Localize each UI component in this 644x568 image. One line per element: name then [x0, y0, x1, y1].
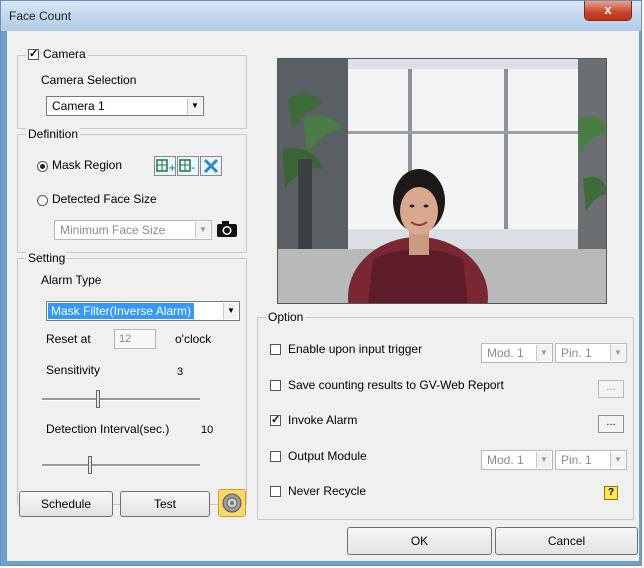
definition-group: Definition Mask Region + - Detected Face…: [17, 127, 247, 253]
add-region-icon[interactable]: +: [154, 156, 176, 176]
sensitivity-value: 3: [177, 366, 184, 378]
setting-group: Setting Alarm Type Mask Filter(Inverse A…: [17, 251, 247, 505]
camera-selection-label: Camera Selection: [41, 73, 137, 87]
oclock-label: o'clock: [175, 332, 212, 346]
enable-trigger-module-value: Mod. 1: [487, 346, 524, 360]
face-size-value: Minimum Face Size: [60, 223, 166, 237]
video-preview: [277, 58, 607, 304]
detection-interval-slider-thumb[interactable]: [88, 456, 92, 474]
cancel-button[interactable]: Cancel: [495, 527, 638, 555]
output-module-pin-dropdown: Pin. 1 ▼: [555, 450, 627, 470]
output-module-module-value: Mod. 1: [487, 453, 524, 467]
save-counting-settings-button: ...: [598, 380, 624, 398]
detection-interval-value: 10: [201, 424, 214, 436]
output-module-module-dropdown: Mod. 1 ▼: [481, 450, 553, 470]
alarm-type-label: Alarm Type: [41, 273, 102, 287]
chevron-down-icon: ▼: [536, 452, 551, 468]
mask-region-radio[interactable]: [37, 161, 48, 172]
reset-at-label: Reset at: [46, 332, 91, 346]
camera-checkbox[interactable]: ✓: [28, 49, 39, 61]
sensitivity-slider[interactable]: [42, 389, 200, 409]
alarm-type-value: Mask Filter(Inverse Alarm): [48, 303, 195, 319]
camera-selection-value: Camera 1: [52, 99, 105, 113]
enable-trigger-checkbox[interactable]: [270, 344, 281, 355]
invoke-alarm-checkbox[interactable]: ✓: [270, 415, 281, 426]
delete-region-icon[interactable]: [200, 156, 222, 176]
save-counting-label: Save counting results to GV-Web Report: [288, 378, 504, 392]
camera-checkbox-label: Camera: [43, 47, 86, 61]
invoke-alarm-label: Invoke Alarm: [288, 413, 358, 427]
close-button[interactable]: x: [584, 1, 632, 21]
chevron-down-icon: ▼: [187, 98, 202, 114]
detected-face-size-label: Detected Face Size: [52, 192, 157, 206]
window-title: Face Count: [9, 9, 72, 23]
definition-legend: Definition: [26, 127, 81, 141]
chevron-down-icon: ▼: [536, 345, 551, 361]
detected-face-size-radio[interactable]: [37, 195, 48, 206]
output-module-label: Output Module: [288, 449, 367, 463]
chevron-down-icon: ▼: [223, 303, 238, 319]
ok-button[interactable]: OK: [347, 527, 492, 555]
mask-region-label: Mask Region: [52, 158, 123, 172]
output-module-pin-value: Pin. 1: [561, 453, 592, 467]
svg-text:-: -: [191, 161, 195, 174]
alarm-sound-icon[interactable]: [218, 489, 246, 517]
title-bar[interactable]: Face Count x: [1, 1, 641, 31]
camera-group-header: ✓ Camera: [26, 47, 88, 61]
remove-region-icon[interactable]: -: [177, 156, 199, 176]
setting-legend: Setting: [26, 251, 68, 265]
enable-trigger-label: Enable upon input trigger: [288, 342, 423, 356]
save-counting-checkbox[interactable]: [270, 380, 281, 391]
invoke-alarm-settings-button[interactable]: ...: [598, 415, 624, 433]
help-icon[interactable]: ?: [604, 486, 618, 500]
never-recycle-label: Never Recycle: [288, 484, 367, 498]
never-recycle-checkbox[interactable]: [270, 486, 281, 497]
sensitivity-slider-thumb[interactable]: [96, 390, 100, 408]
enable-trigger-module-dropdown: Mod. 1 ▼: [481, 343, 553, 363]
enable-trigger-pin-dropdown: Pin. 1 ▼: [555, 343, 627, 363]
face-size-dropdown: Minimum Face Size ▼: [54, 220, 212, 240]
camera-snapshot-icon[interactable]: [216, 220, 238, 240]
alarm-type-dropdown[interactable]: Mask Filter(Inverse Alarm) ▼: [46, 301, 240, 321]
option-legend: Option: [266, 310, 306, 324]
enable-trigger-pin-value: Pin. 1: [561, 346, 592, 360]
camera-group: ✓ Camera Camera Selection Camera 1 ▼: [17, 47, 247, 129]
detection-interval-label: Detection Interval(sec.): [46, 422, 170, 436]
detection-interval-slider-track: [42, 464, 200, 467]
face-count-window: Face Count x ✓ Camera Camera Selection Ca…: [0, 0, 642, 566]
dialog-body: ✓ Camera Camera Selection Camera 1 ▼ Defi…: [7, 31, 639, 561]
detection-interval-slider[interactable]: [42, 455, 200, 475]
test-button[interactable]: Test: [120, 491, 210, 517]
svg-text:+: +: [168, 163, 175, 174]
schedule-button[interactable]: Schedule: [19, 491, 113, 517]
sensitivity-label: Sensitivity: [46, 363, 101, 377]
camera-selection-dropdown[interactable]: Camera 1 ▼: [46, 96, 204, 116]
chevron-down-icon: ▼: [610, 345, 625, 361]
chevron-down-icon: ▼: [610, 452, 625, 468]
output-module-checkbox[interactable]: [270, 451, 281, 462]
option-group: Option Enable upon input trigger Mod. 1 …: [257, 310, 634, 520]
reset-at-input: 12: [114, 329, 156, 349]
chevron-down-icon: ▼: [195, 222, 210, 238]
sensitivity-slider-track: [42, 398, 200, 401]
